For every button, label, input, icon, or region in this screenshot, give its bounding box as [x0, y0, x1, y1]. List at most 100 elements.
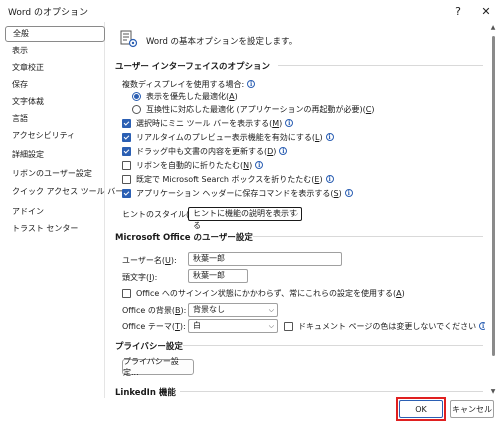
scroll-up-icon[interactable]: ▲ — [488, 24, 498, 34]
multi-display-label: 複数ディスプレイを使用する場合: — [122, 79, 245, 89]
option-label-end: ) — [279, 118, 283, 128]
info-icon: i — [285, 119, 294, 127]
chevron-down-icon: ⌵ — [292, 210, 298, 218]
theme-label: Office テーマ(T): — [122, 322, 186, 331]
office-background-select[interactable]: 背景なし ⌵ — [188, 303, 278, 317]
multi-display-label-row: 複数ディスプレイを使用する場合: i — [122, 78, 256, 90]
general-options-icon — [120, 30, 138, 48]
checkbox[interactable] — [122, 118, 131, 128]
option-label: リボンを自動的に折りたたむ( — [136, 160, 244, 170]
option-label: Office へのサインイン状態にかかわらず、常にこれらの設定を使用する( — [136, 288, 397, 298]
tooltip-style-select[interactable]: ヒントに機能の説明を表示する ⌵ — [188, 207, 302, 230]
sidebar-item-customize-ribbon[interactable]: リボンのユーザー設定 — [5, 166, 105, 182]
sidebar-item-typography[interactable]: 文字体裁 — [5, 94, 105, 110]
sidebar-item-display[interactable]: 表示 — [5, 43, 105, 59]
personalize-section-title: Microsoft Office のユーザー設定 — [115, 233, 253, 243]
option-no-page-color-change[interactable]: ドキュメント ページの色は変更しないでください i — [284, 320, 485, 332]
access-key: M — [272, 118, 280, 128]
title-bar: Word のオプション ? ✕ — [0, 0, 500, 22]
checkbox[interactable] — [122, 146, 131, 156]
option-always-use-settings[interactable]: Office へのサインイン状態にかかわらず、常にこれらの設定を使用する(A) — [122, 287, 405, 299]
info-icon: i — [479, 322, 485, 330]
option-live-preview[interactable]: リアルタイムのプレビュー表示機能を有効にする(L) i — [122, 131, 334, 143]
checkbox[interactable] — [284, 321, 293, 331]
info-icon: i — [325, 133, 334, 141]
checkbox[interactable] — [122, 174, 131, 184]
option-label-end: ) — [273, 146, 277, 156]
option-label-end: ) — [319, 132, 323, 142]
window-title: Word のオプション — [8, 8, 88, 18]
option-mini-toolbar[interactable]: 選択時にミニ ツール バーを表示する(M) i — [122, 117, 294, 129]
tooltip-style-value: ヒントに機能の説明を表示する — [193, 209, 297, 230]
sidebar: 全般 表示 文章校正 保存 文字体裁 言語 アクセシビリティ 詳細設定 リボンの… — [5, 22, 123, 398]
ok-button[interactable]: OK — [399, 400, 443, 418]
option-label: ドラッグ中も文書の内容を更新する( — [136, 146, 268, 156]
sidebar-item-save[interactable]: 保存 — [5, 77, 105, 93]
option-label-end: ) — [401, 288, 405, 298]
checkbox[interactable] — [122, 160, 131, 170]
sidebar-item-language[interactable]: 言語 — [5, 111, 105, 127]
info-icon: i — [255, 161, 264, 169]
main-content: Word の基本オプションを設定します。 ユーザー インターフェイスのオプション… — [110, 22, 485, 398]
option-collapse-ribbon[interactable]: リボンを自動的に折りたたむ(N) i — [122, 159, 264, 171]
radio-button[interactable] — [132, 91, 141, 101]
help-icon[interactable]: ? — [444, 0, 472, 22]
info-icon: i — [325, 175, 334, 183]
radio-label: 表示を優先した最適化( — [146, 91, 230, 101]
sidebar-item-advanced[interactable]: 詳細設定 — [5, 147, 105, 163]
ui-options-section-title: ユーザー インターフェイスのオプション — [115, 62, 271, 72]
option-collapse-search[interactable]: 既定で Microsoft Search ボックスを折りたたむ(E) i — [122, 173, 334, 185]
radio-label-end: ) — [234, 91, 238, 101]
option-label: アプリケーション ヘッダーに保存コマンドを表示する( — [136, 188, 334, 198]
sidebar-item-accessibility[interactable]: アクセシビリティ — [5, 128, 105, 144]
sidebar-item-quick-access[interactable]: クイック アクセス ツール バー — [5, 184, 123, 200]
privacy-settings-button[interactable]: プライバシー設定... — [122, 357, 194, 377]
option-label: 選択時にミニ ツール バーを表示する( — [136, 118, 273, 128]
scroll-down-icon[interactable]: ▼ — [488, 388, 498, 398]
background-label: Office の背景(B): — [122, 306, 187, 315]
initials-input[interactable]: 秋葉一郎 — [188, 269, 248, 283]
option-label-end: ) — [249, 160, 253, 170]
info-icon: i — [344, 189, 353, 197]
option-label: 既定で Microsoft Search ボックスを折りたたむ( — [136, 174, 315, 184]
username-label: ユーザー名(U): — [122, 256, 177, 265]
checkbox[interactable] — [122, 288, 131, 298]
option-label-end: ) — [338, 188, 342, 198]
option-label: リアルタイムのプレビュー表示機能を有効にする( — [136, 132, 315, 142]
linkedin-section-title: LinkedIn 機能 — [115, 388, 176, 398]
chevron-down-icon: ⌵ — [268, 306, 274, 314]
option-label: ドキュメント ページの色は変更しないでください — [298, 321, 477, 331]
cancel-button[interactable]: キャンセル — [450, 400, 494, 418]
scrollbar-thumb[interactable] — [492, 36, 495, 356]
radio-button[interactable] — [132, 104, 141, 114]
sidebar-item-general[interactable]: 全般 — [5, 26, 105, 42]
radio-label-end: ) — [371, 104, 375, 114]
option-update-while-dragging[interactable]: ドラッグ中も文書の内容を更新する(D) i — [122, 145, 288, 157]
checkbox[interactable] — [122, 188, 131, 198]
section-divider — [183, 345, 483, 346]
close-icon[interactable]: ✕ — [472, 0, 500, 22]
initials-label: 頭文字(I): — [122, 273, 158, 282]
info-icon: i — [279, 147, 288, 155]
option-show-save-command[interactable]: アプリケーション ヘッダーに保存コマンドを表示する(S) i — [122, 187, 353, 199]
theme-value: 白 — [193, 321, 201, 330]
option-label-end: ) — [319, 174, 323, 184]
radio-optimize-compatibility[interactable]: 互換性に対応した最適化 (アプリケーションの再起動が必要)(C) — [132, 103, 374, 115]
radio-label: 互換性に対応した最適化 (アプリケーションの再起動が必要)( — [146, 104, 366, 114]
section-divider — [278, 65, 483, 66]
tooltip-label: ヒントのスタイル( — [122, 209, 190, 219]
section-divider — [253, 236, 483, 237]
chevron-down-icon: ⌵ — [268, 322, 274, 330]
sidebar-item-addins[interactable]: アドイン — [5, 204, 105, 220]
privacy-section-title: プライバシー設定 — [115, 342, 183, 352]
section-divider — [180, 391, 483, 392]
background-value: 背景なし — [193, 305, 225, 314]
sidebar-item-proofing[interactable]: 文章校正 — [5, 60, 105, 76]
page-header-text: Word の基本オプションを設定します。 — [146, 37, 298, 47]
checkbox[interactable] — [122, 132, 131, 142]
username-input[interactable]: 秋葉一郎 — [188, 252, 342, 266]
radio-optimize-appearance[interactable]: 表示を優先した最適化(A) — [132, 90, 238, 102]
sidebar-item-trust-center[interactable]: トラスト センター — [5, 221, 105, 237]
office-theme-select[interactable]: 白 ⌵ — [188, 319, 278, 333]
info-icon: i — [247, 80, 256, 88]
